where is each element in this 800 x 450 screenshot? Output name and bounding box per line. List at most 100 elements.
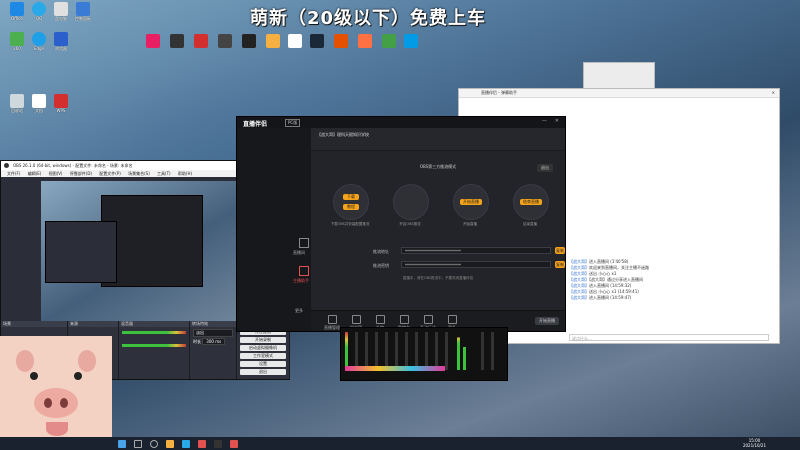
menu-file[interactable]: 文件(F) — [7, 171, 20, 176]
exit-button[interactable]: 退出 — [240, 369, 286, 375]
fader[interactable] — [491, 332, 494, 370]
tutorial-button[interactable]: 教程 — [343, 204, 359, 210]
copy-key-button[interactable]: 复制 — [555, 261, 565, 268]
start-recording-button[interactable]: 开始录制 — [240, 337, 286, 343]
menu-edit[interactable]: 编辑(E) — [28, 171, 42, 176]
step-download-obs: 下载 教程 — [333, 184, 369, 220]
settings-button[interactable]: 设置 — [240, 361, 286, 367]
top-app-icon[interactable] — [218, 34, 232, 48]
menu-view[interactable]: 视图(V) — [49, 171, 63, 176]
key-field[interactable]: **************************** — [401, 261, 551, 268]
task-view-icon[interactable] — [150, 440, 158, 448]
taskbar-app-icon[interactable] — [214, 440, 222, 448]
step-label: 开启OBS推流 — [399, 222, 421, 226]
sidebar-item-more[interactable]: 更多 — [295, 308, 303, 314]
fans-icon — [351, 315, 361, 324]
minimize-icon[interactable]: — — [542, 118, 547, 124]
taskbar-app-icon[interactable] — [230, 440, 238, 448]
top-app-icon[interactable] — [170, 34, 184, 48]
top-app-icon[interactable] — [310, 34, 324, 48]
copy-server-button[interactable]: 复制 — [555, 247, 565, 254]
fader[interactable] — [445, 332, 448, 370]
fader[interactable] — [481, 332, 484, 370]
step-start-obs — [393, 184, 429, 220]
computer-icon — [54, 2, 68, 16]
folder-icon — [54, 32, 68, 46]
transition-dock[interactable]: 转场特效 淡出 时长 300 ms — [190, 321, 237, 379]
chat-titlebar[interactable]: 直播伴侣 - 弹幕助手 ✕ — [459, 89, 779, 98]
close-icon[interactable]: ✕ — [772, 89, 775, 97]
start-stream-button[interactable]: 开始直播 — [535, 317, 559, 325]
top-app-icon[interactable] — [194, 34, 208, 48]
menu-scene-collection[interactable]: 场景集合(S) — [128, 171, 150, 176]
pig-eye — [30, 372, 38, 380]
step-label: 下载OBS并安装配置推流 — [330, 222, 370, 226]
studio-mode-button[interactable]: 工作室模式 — [240, 353, 286, 359]
audio-meter — [122, 331, 186, 334]
fader[interactable] — [435, 332, 438, 370]
browser-icon — [32, 32, 46, 46]
start-live-button[interactable]: 开始直播 — [460, 199, 482, 205]
assistant-icon[interactable] — [299, 266, 309, 276]
fader[interactable] — [375, 332, 378, 370]
taskbar-app-icon[interactable] — [182, 440, 190, 448]
top-app-icon[interactable] — [242, 34, 256, 48]
qq-icon — [32, 2, 46, 16]
close-icon[interactable]: ✕ — [555, 118, 559, 124]
desktop-icon-control-panel[interactable]: 控制面板 — [68, 2, 98, 21]
gift-icon — [375, 315, 385, 324]
step-end-live: 结束直播 — [513, 184, 549, 220]
pig-ear — [78, 350, 96, 372]
level-meter — [457, 332, 460, 370]
search-icon[interactable] — [134, 440, 142, 448]
menu-docks[interactable]: 停靠部件(D) — [70, 171, 92, 176]
fader[interactable] — [355, 332, 358, 370]
menu-help[interactable]: 帮助(H) — [178, 171, 192, 176]
start-icon[interactable] — [118, 440, 126, 448]
top-app-icon[interactable] — [334, 34, 348, 48]
top-app-icon[interactable] — [358, 34, 372, 48]
menu-profile[interactable]: 配置文件(P) — [99, 171, 121, 176]
pig-nostril — [44, 398, 52, 408]
taskbar-app-icon[interactable] — [198, 440, 206, 448]
sidebar-item-assistant[interactable]: 主播助手 — [293, 278, 309, 284]
stream-app-window[interactable]: 直播伴侣 PC版 ✕ — 直播间 主播助手 更多 【战大哥】理科天赋知识学校 O… — [236, 116, 566, 332]
desktop-icon-browser[interactable]: 浏览器 — [46, 32, 76, 51]
audio-mixer-panel[interactable] — [340, 327, 508, 381]
menu-tools[interactable]: 工具(T) — [157, 171, 171, 176]
fader[interactable] — [425, 332, 428, 370]
taskbar-clock[interactable]: 15:00 2021/10/21 — [743, 438, 766, 448]
top-app-icon[interactable] — [266, 34, 280, 48]
download-button[interactable]: 下载 — [343, 194, 359, 200]
virtual-camera-button[interactable]: 启动虚拟摄像机 — [240, 345, 286, 351]
manage-icon — [327, 315, 337, 324]
top-app-icon[interactable] — [404, 34, 418, 48]
sidebar-item-room[interactable]: 直播间 — [293, 250, 305, 256]
pig-eye — [74, 372, 82, 380]
chat-title: 直播伴侣 - 弹幕助手 — [481, 90, 517, 95]
stream-titlebar[interactable]: 直播伴侣 PC版 ✕ — — [237, 117, 565, 128]
desktop-icon-wps[interactable]: WPS — [46, 94, 76, 113]
step-start-live: 开始直播 — [453, 184, 489, 220]
room-info-bar: 【战大哥】理科天赋知识学校 — [311, 128, 565, 151]
fader[interactable] — [395, 332, 398, 370]
exit-mode-button[interactable]: 退出 — [537, 164, 553, 172]
fader[interactable] — [405, 332, 408, 370]
duration-input[interactable]: 300 ms — [202, 338, 226, 345]
mixer-dock[interactable]: 混音器 — [119, 321, 190, 379]
pig-tongue — [46, 422, 68, 436]
server-field[interactable]: **************************** — [401, 247, 551, 254]
mode-title: OBS第三方推流模式 — [419, 164, 457, 169]
top-app-icon[interactable] — [288, 34, 302, 48]
transition-select[interactable]: 淡出 — [193, 329, 233, 337]
chat-input[interactable]: 说点什么... — [569, 334, 769, 341]
top-app-icon[interactable] — [382, 34, 396, 48]
level-meter — [345, 332, 348, 370]
top-app-icon[interactable] — [146, 34, 160, 48]
taskbar-app-icon[interactable] — [166, 440, 174, 448]
fader[interactable] — [385, 332, 388, 370]
end-live-button[interactable]: 结束直播 — [520, 199, 542, 205]
room-icon[interactable] — [299, 238, 309, 248]
fader[interactable] — [365, 332, 368, 370]
fader[interactable] — [415, 332, 418, 370]
